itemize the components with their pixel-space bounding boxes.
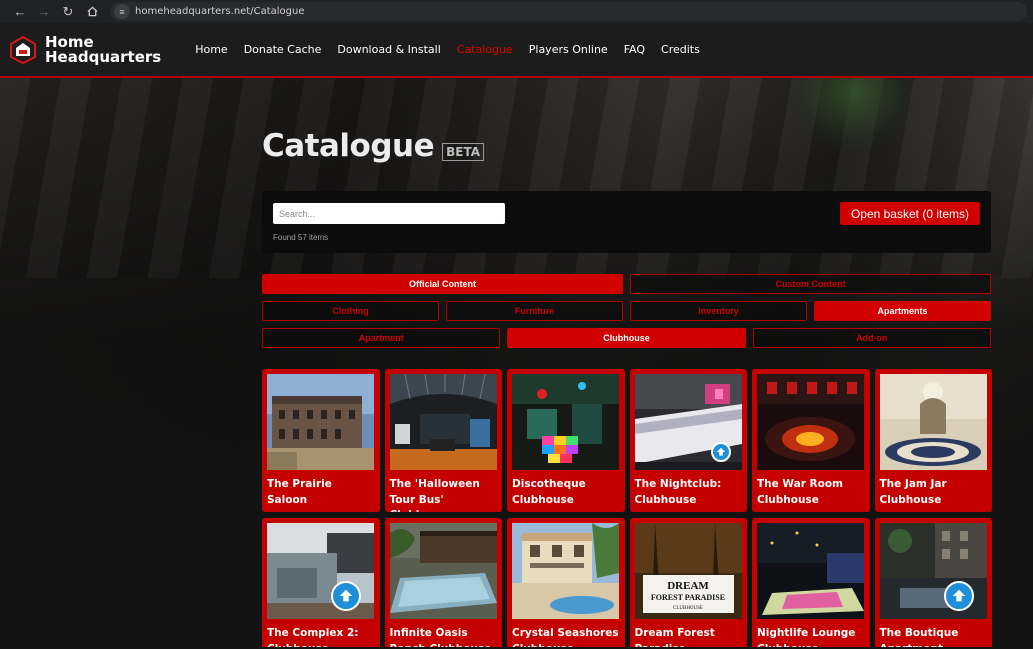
catalogue-item-card[interactable]: Infinite Oasis Ranch Clubhouse <box>384 518 502 647</box>
url-text: homeheadquarters.net/Catalogue <box>135 6 305 17</box>
page-title: Catalogue <box>262 128 435 164</box>
nav-link-credits[interactable]: Credits <box>653 43 708 56</box>
open-basket-button[interactable]: Open basket (0 items) <box>839 202 980 225</box>
item-title: The Boutique Apartment <box>879 627 959 647</box>
catalogue-item-card[interactable]: The Boutique Apartment <box>874 518 992 647</box>
nav-link-home[interactable]: Home <box>187 43 235 56</box>
nav-link-catalogue[interactable]: Catalogue <box>449 43 521 56</box>
title-row: Catalogue BETA <box>262 128 485 164</box>
filter-official-content-button[interactable]: Official Content <box>262 274 623 294</box>
item-thumbnail <box>267 523 374 619</box>
item-title: Discotheque Clubhouse <box>512 478 586 506</box>
svg-text:FOREST PARADISE: FOREST PARADISE <box>650 593 724 602</box>
item-title: Crystal Seashores Clubhouse <box>512 627 619 647</box>
item-thumbnail <box>267 374 374 470</box>
item-title: The Jam Jar Clubhouse <box>879 478 947 506</box>
upload-arrow-icon <box>331 581 361 611</box>
filter-furniture-button[interactable]: Furniture <box>446 301 623 321</box>
item-thumbnail <box>757 374 864 470</box>
nav-link-donate-cache[interactable]: Donate Cache <box>236 43 330 56</box>
item-thumbnail <box>512 523 619 619</box>
item-title: The Nightclub: Clubhouse <box>634 478 722 506</box>
filter-apartments-button[interactable]: Apartments <box>814 301 991 321</box>
item-thumbnail <box>757 523 864 619</box>
filter-row-subcategory: Apartment Clubhouse Add-on <box>262 328 991 348</box>
logo-icon[interactable] <box>9 35 37 65</box>
found-count: Found 57 items <box>273 233 329 242</box>
filter-clubhouse-button[interactable]: Clubhouse <box>507 328 746 348</box>
filter-custom-content-button[interactable]: Custom Content <box>630 274 991 294</box>
reload-icon[interactable]: ↻ <box>56 0 80 23</box>
filter-add-on-button[interactable]: Add-on <box>752 328 991 348</box>
filter-row-category: Clothing Furniture Inventory Apartments <box>262 301 991 321</box>
catalogue-item-card[interactable]: The Prairie Saloon <box>262 369 380 512</box>
home-icon[interactable] <box>80 0 104 23</box>
page-body: Catalogue BETA Found 57 items Open baske… <box>0 78 1033 647</box>
catalogue-item-card[interactable]: The 'Halloween Tour Bus' Clubhouse <box>384 369 502 512</box>
nav-link-faq[interactable]: FAQ <box>616 43 653 56</box>
item-thumbnail <box>879 523 987 619</box>
item-title: The Complex 2: Clubhouse <box>267 627 359 647</box>
brand-name[interactable]: Home Headquarters <box>45 34 162 66</box>
catalogue-item-card[interactable]: The Complex 2: Clubhouse <box>262 518 380 647</box>
item-thumbnail: DREAM FOREST PARADISE CLUBHOUSE <box>634 523 742 619</box>
filter-apartment-button[interactable]: Apartment <box>262 328 501 348</box>
back-icon[interactable]: ← <box>8 0 32 23</box>
site-header: Home Headquarters Home Donate Cache Downlo… <box>0 23 1033 78</box>
item-thumbnail <box>389 374 497 470</box>
item-thumbnail <box>879 374 987 470</box>
beta-badge: BETA <box>442 143 485 161</box>
item-thumbnail <box>512 374 619 470</box>
upload-arrow-icon <box>943 581 974 611</box>
background-foliage <box>793 78 913 148</box>
item-title: The 'Halloween Tour Bus' Clubhouse <box>389 478 480 512</box>
nav-link-players-online[interactable]: Players Online <box>521 43 616 56</box>
catalogue-item-card[interactable]: The Nightclub: Clubhouse <box>629 369 747 512</box>
search-panel: Found 57 items Open basket (0 items) <box>262 191 991 253</box>
svg-text:DREAM: DREAM <box>667 580 709 592</box>
catalogue-item-card[interactable]: The Jam Jar Clubhouse <box>874 369 992 512</box>
filter-row-content-source: Official Content Custom Content <box>262 274 991 294</box>
item-title: Dream Forest Paradise Clubhouse <box>634 627 715 647</box>
catalogue-item-card[interactable]: Nightlife Lounge Clubhouse <box>752 518 870 647</box>
catalogue-item-card[interactable]: Discotheque Clubhouse <box>507 369 625 512</box>
catalogue-item-card[interactable]: The War Room Clubhouse <box>752 369 870 512</box>
item-title: Infinite Oasis Ranch Clubhouse <box>389 627 492 647</box>
svg-text:CLUBHOUSE: CLUBHOUSE <box>672 606 702 611</box>
nav-link-download-install[interactable]: Download & Install <box>329 43 448 56</box>
item-title: The Prairie Saloon <box>267 478 332 506</box>
browser-toolbar: ← → ↻ ≡ homeheadquarters.net/Catalogue <box>0 0 1033 23</box>
address-bar[interactable]: ≡ homeheadquarters.net/Catalogue <box>110 2 1027 21</box>
item-title: Nightlife Lounge Clubhouse <box>757 627 856 647</box>
catalogue-item-card[interactable]: DREAM FOREST PARADISE CLUBHOUSE Dream Fores… <box>629 518 747 647</box>
filter-inventory-button[interactable]: Inventory <box>630 301 807 321</box>
upload-arrow-icon <box>710 442 731 462</box>
brand-line-2: Headquarters <box>45 47 162 66</box>
filter-clothing-button[interactable]: Clothing <box>262 301 439 321</box>
item-title: The War Room Clubhouse <box>757 478 843 506</box>
item-thumbnail <box>634 374 742 470</box>
catalogue-item-card[interactable]: Crystal Seashores Clubhouse <box>507 518 625 647</box>
item-thumbnail <box>389 523 497 619</box>
search-input[interactable] <box>273 203 505 224</box>
item-grid: The Prairie Saloon The 'Halloween Tour Bu… <box>262 369 992 647</box>
site-info-icon[interactable]: ≡ <box>114 4 130 19</box>
forward-icon[interactable]: → <box>32 0 56 23</box>
main-nav: Home Donate Cache Download & Install Catalo… <box>187 43 708 56</box>
